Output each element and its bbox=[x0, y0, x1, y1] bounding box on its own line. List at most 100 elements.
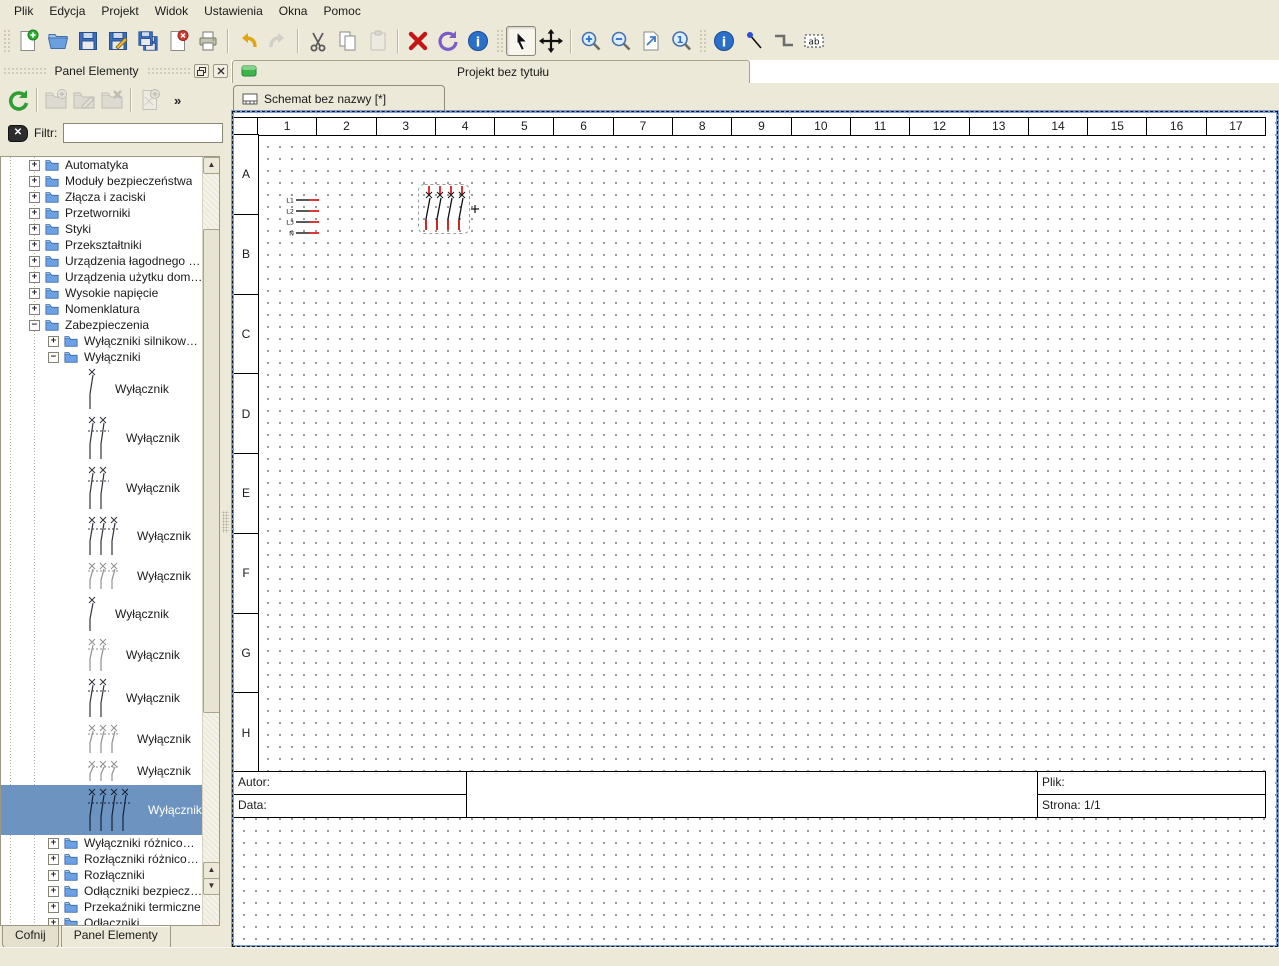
expand-toggle-icon[interactable]: + bbox=[29, 304, 40, 315]
clear-filter-icon[interactable]: ✕ bbox=[8, 125, 28, 142]
zoom-reset-button[interactable] bbox=[666, 26, 696, 56]
toolbar-handle[interactable] bbox=[698, 28, 707, 54]
close-file-button[interactable] bbox=[163, 26, 193, 56]
expand-toggle-icon[interactable]: + bbox=[29, 208, 40, 219]
new-category-button[interactable] bbox=[42, 86, 70, 114]
tree-folder-przekszta-tniki[interactable]: +Przekształtniki bbox=[1, 237, 203, 253]
tree-folder-modu-y-bezpiecze-stwa[interactable]: +Moduły bezpieczeństwa bbox=[1, 173, 203, 189]
tree-folder-przeka-niki-termiczne[interactable]: +Przekaźniki termiczne bbox=[1, 899, 203, 915]
tree-folder-wy-czniki-silnikowe-gv[interactable]: +Wyłączniki silnikowe GV bbox=[1, 333, 203, 349]
expand-toggle-icon[interactable]: + bbox=[29, 272, 40, 283]
tree-element-wylacznik-4p[interactable]: Wyłącznik bbox=[1, 785, 203, 835]
tree-folder-automatyka[interactable]: +Automatyka bbox=[1, 157, 203, 173]
tree-folder-roz-czniki-r-nicowo-[interactable]: +Rozłączniki różnicowo... bbox=[1, 851, 203, 867]
menu-edycja[interactable]: Edycja bbox=[41, 1, 93, 21]
project-tab[interactable]: Projekt bez tytułu bbox=[232, 60, 750, 83]
panel-title-bar[interactable]: Panel Elementy bbox=[0, 60, 231, 82]
expand-toggle-icon[interactable]: + bbox=[29, 224, 40, 235]
tree-element-wylacznik-3p[interactable]: Wyłącznik bbox=[1, 559, 203, 593]
tree-folder-wy-czniki-r-nicowo-[interactable]: +Wyłączniki różnicowo... bbox=[1, 835, 203, 851]
menu-plik[interactable]: Plik bbox=[6, 1, 41, 21]
tree-folder-urz-dzenia-u-ytku-domo-[interactable]: +Urządzenia użytku domo... bbox=[1, 269, 203, 285]
diagram-info-button[interactable] bbox=[709, 26, 739, 56]
schema-tab[interactable]: Schemat bez nazwy [*] bbox=[233, 85, 445, 112]
copy-button[interactable] bbox=[333, 26, 363, 56]
tree-folder-od-czniki[interactable]: +Odłączniki bbox=[1, 915, 203, 925]
breaker-element-selected[interactable] bbox=[417, 183, 481, 240]
print-button[interactable] bbox=[193, 26, 223, 56]
tree-element-wylacznik-1p[interactable]: Wyłącznik bbox=[1, 593, 203, 635]
tree-element-wylacznik-2p[interactable]: Wyłącznik bbox=[1, 413, 203, 463]
expand-toggle-icon[interactable]: + bbox=[48, 918, 59, 926]
select-tool-button[interactable] bbox=[506, 26, 536, 56]
menu-pomoc[interactable]: Pomoc bbox=[315, 1, 368, 21]
expand-toggle-icon[interactable]: + bbox=[29, 288, 40, 299]
expand-toggle-icon[interactable]: + bbox=[48, 870, 59, 881]
tree-folder-urz-dzenia-agodnego-ro-[interactable]: +Urządzenia łagodnego ro... bbox=[1, 253, 203, 269]
tree-folder-roz-czniki[interactable]: +Rozłączniki bbox=[1, 867, 203, 883]
tree-folder-wy-czniki[interactable]: −Wyłączniki bbox=[1, 349, 203, 365]
add-conductor-button[interactable] bbox=[769, 26, 799, 56]
tree-folder-zabezpieczenia[interactable]: −Zabezpieczenia bbox=[1, 317, 203, 333]
tree-folder-przetworniki[interactable]: +Przetworniki bbox=[1, 205, 203, 221]
expand-toggle-icon[interactable]: + bbox=[29, 176, 40, 187]
expand-toggle-icon[interactable]: − bbox=[48, 352, 59, 363]
expand-toggle-icon[interactable]: + bbox=[29, 160, 40, 171]
save-button[interactable] bbox=[73, 26, 103, 56]
expand-toggle-icon[interactable]: + bbox=[48, 336, 59, 347]
tree-element-wylacznik-3p[interactable]: Wyłącznik bbox=[1, 757, 203, 785]
tree-element-wylacznik-3p[interactable]: Wyłącznik bbox=[1, 721, 203, 757]
menu-projekt[interactable]: Projekt bbox=[93, 1, 146, 21]
tree-element-wylacznik-2p[interactable]: Wyłącznik bbox=[1, 675, 203, 721]
tree-folder-styki[interactable]: +Styki bbox=[1, 221, 203, 237]
tree-folder-z-cza-i-zaciski[interactable]: +Złącza i zaciski bbox=[1, 189, 203, 205]
menu-ustawienia[interactable]: Ustawienia bbox=[196, 1, 271, 21]
paste-button[interactable] bbox=[363, 26, 393, 56]
new-element-button[interactable] bbox=[136, 86, 164, 114]
edit-category-button[interactable] bbox=[70, 86, 98, 114]
expand-toggle-icon[interactable]: + bbox=[48, 838, 59, 849]
tree-folder-od-czniki-bezpieczni-[interactable]: +Odłączniki bezpieczni... bbox=[1, 883, 203, 899]
rotate-button[interactable] bbox=[433, 26, 463, 56]
tree-scrollbar[interactable]: ▲ ▲ ▼ bbox=[202, 157, 219, 925]
redo-button[interactable] bbox=[263, 26, 293, 56]
tree-element-wylacznik-3p[interactable]: Wyłącznik bbox=[1, 513, 203, 559]
tree-element-wylacznik-2p[interactable]: Wyłącznik bbox=[1, 463, 203, 513]
menu-okna[interactable]: Okna bbox=[271, 1, 316, 21]
delete-category-button[interactable] bbox=[98, 86, 126, 114]
zoom-in-button[interactable] bbox=[576, 26, 606, 56]
scrollbar-thumb[interactable] bbox=[203, 229, 220, 713]
properties-button[interactable] bbox=[463, 26, 493, 56]
zoom-out-button[interactable] bbox=[606, 26, 636, 56]
expand-toggle-icon[interactable]: + bbox=[29, 240, 40, 251]
reload-collection-button[interactable] bbox=[4, 86, 32, 114]
save-as-button[interactable] bbox=[103, 26, 133, 56]
toolbar-handle[interactable] bbox=[495, 28, 504, 54]
panel-splitter[interactable] bbox=[220, 156, 231, 926]
toolbar-handle[interactable] bbox=[2, 28, 11, 54]
tree-element-wylacznik-2p[interactable]: Wyłącznik bbox=[1, 635, 203, 675]
delete-button[interactable] bbox=[403, 26, 433, 56]
tree-folder-wysokie-napi-cie[interactable]: +Wysokie napięcie bbox=[1, 285, 203, 301]
new-document-button[interactable] bbox=[13, 26, 43, 56]
expand-toggle-icon[interactable]: + bbox=[29, 256, 40, 267]
scroll-up-icon[interactable]: ▲ bbox=[203, 157, 220, 174]
zoom-fit-button[interactable] bbox=[636, 26, 666, 56]
scroll-up2-icon[interactable]: ▲ bbox=[203, 862, 220, 879]
menu-widok[interactable]: Widok bbox=[147, 1, 196, 21]
add-text-button[interactable] bbox=[799, 26, 829, 56]
filter-input[interactable] bbox=[63, 123, 223, 143]
panel-close-button[interactable] bbox=[213, 64, 228, 78]
diagram-canvas[interactable]: 1234567891011121314151617 ABCDEFGH Autor… bbox=[231, 110, 1279, 948]
save-all-button[interactable] bbox=[133, 26, 163, 56]
panel-toolbar-overflow-button[interactable]: » bbox=[168, 92, 187, 109]
add-node-button[interactable] bbox=[739, 26, 769, 56]
expand-toggle-icon[interactable]: + bbox=[48, 886, 59, 897]
dock-tab-cofnij[interactable]: Cofnij bbox=[2, 926, 59, 948]
phase-labels-element[interactable]: L1L2L3N bbox=[281, 192, 325, 245]
expand-toggle-icon[interactable]: − bbox=[29, 320, 40, 331]
panel-float-button[interactable] bbox=[194, 64, 209, 78]
expand-toggle-icon[interactable]: + bbox=[48, 902, 59, 913]
move-tool-button[interactable] bbox=[536, 26, 566, 56]
open-project-button[interactable] bbox=[43, 26, 73, 56]
